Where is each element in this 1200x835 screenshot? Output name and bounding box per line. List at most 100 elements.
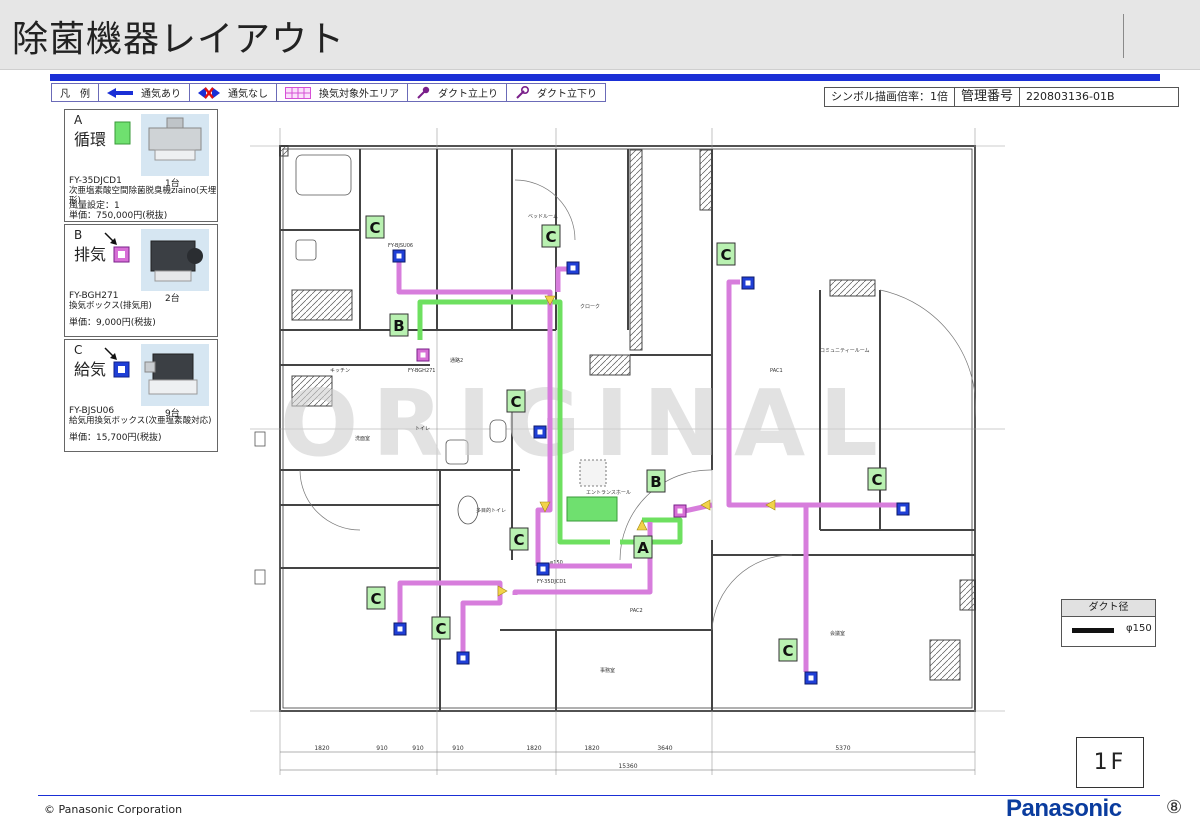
plan-label: PAC2: [630, 608, 643, 614]
equipment-price: 単価：15,700円(税抜): [69, 433, 162, 443]
unit-photo: [141, 229, 209, 291]
svg-text:B: B: [393, 317, 404, 335]
pink-grid-icon: [285, 86, 311, 99]
svg-text:C: C: [871, 471, 882, 489]
equipment-model: FY-BGH271: [69, 291, 119, 301]
svg-text:C: C: [545, 228, 556, 246]
vent-box-icon: [150, 240, 203, 282]
header-divider: [1123, 14, 1124, 58]
page-title: 除菌機器レイアウト: [12, 19, 346, 60]
marker-c: C: [867, 467, 887, 491]
marker-a: A: [633, 535, 653, 559]
svg-text:910: 910: [376, 745, 388, 752]
room-label: 事務室: [600, 667, 615, 674]
plan-label: FY-BGH271: [408, 368, 435, 374]
exhaust-box-icon: [104, 232, 130, 263]
dimension-labels: 1820 910 910 910 1820 1820 3640 5370 153…: [314, 745, 850, 770]
duct-legend-title: ダクト径: [1062, 600, 1155, 617]
duct-line-sample: [1072, 628, 1114, 633]
duct-up-icon: [417, 86, 430, 99]
equipment-code: A: [74, 113, 83, 127]
marker-c: C: [509, 527, 529, 551]
duct-size: φ150: [1126, 623, 1152, 634]
copyright: © Panasonic Corporation: [44, 803, 183, 816]
svg-text:C: C: [369, 219, 380, 237]
svg-text:C: C: [510, 393, 521, 411]
marker-c: C: [365, 215, 385, 239]
watermark: ORIGINAL: [280, 370, 892, 477]
document-info: シンボル描画倍率：1倍 管理番号 220803136-01B: [824, 87, 1180, 107]
legend-bar: 凡 例 通気あり 通気なし 換気対象外エリア ダクト立上り ダクト立下り: [51, 83, 606, 102]
svg-text:1820: 1820: [314, 745, 329, 752]
svg-text:910: 910: [412, 745, 424, 752]
equipment-model: FY-BJSU06: [69, 406, 115, 416]
marker-c: C: [778, 638, 798, 662]
room-label: ベッドルーム: [528, 214, 558, 220]
green-swatch-icon: [114, 121, 131, 145]
marker-c: C: [431, 616, 451, 640]
equipment-name: 排気: [74, 245, 107, 264]
supply-box-icon: [104, 347, 130, 378]
svg-text:3640: 3640: [657, 745, 672, 752]
symbol-scale: シンボル描画倍率：1倍: [824, 87, 954, 107]
svg-text:910: 910: [452, 745, 464, 752]
panasonic-logo: Panasonic: [1006, 795, 1122, 822]
marker-c: C: [541, 224, 561, 248]
svg-text:1820: 1820: [526, 745, 541, 752]
marker-c: C: [506, 389, 526, 413]
svg-text:5370: 5370: [835, 745, 850, 752]
equipment-setting: 風量設定：1: [69, 201, 120, 211]
svg-text:C: C: [435, 620, 446, 638]
legend-item-duct-down: ダクト立下り: [507, 84, 605, 101]
legend-item-excluded-area: 換気対象外エリア: [277, 84, 408, 101]
unit-photo: [141, 114, 209, 176]
marker-c: C: [716, 242, 736, 266]
room-label: クローク: [580, 304, 600, 310]
marker-b: B: [389, 313, 409, 337]
equipment-card-a: A 循環 FY-35DJCD1 1台 次亜塩素酸空間除菌脱臭機ziaino(天埋…: [64, 109, 218, 222]
room-label: 会議室: [830, 630, 845, 637]
floor-plan: ORIGINAL ベッドルーム クローク コミュニティールーム エントランスホー…: [250, 128, 1005, 775]
circulation-unit-a: [566, 496, 618, 522]
equipment-desc: 換気ボックス(排気用): [69, 301, 152, 311]
legend-title: 凡 例: [52, 84, 99, 101]
room-label: キッチン: [330, 368, 350, 374]
equipment-code: B: [74, 228, 83, 242]
duct-down-icon: [516, 85, 529, 99]
equipment-name: 給気: [74, 360, 107, 379]
legend-item-ventilated: 通気あり: [99, 84, 190, 101]
blue-arrow-icon: [107, 87, 133, 98]
room-label: 洗面室: [355, 435, 370, 442]
svg-text:15360: 15360: [618, 763, 637, 770]
legend-item-duct-up: ダクト立上り: [408, 84, 507, 101]
page-number: ⑧: [1166, 797, 1183, 818]
room-label: エントランスホール: [586, 490, 631, 496]
equipment-model: FY-35DJCD1: [69, 176, 122, 186]
marker-c: C: [366, 586, 386, 610]
page-header: 除菌機器レイアウト: [0, 0, 1200, 70]
equipment-code: C: [74, 343, 83, 357]
svg-text:A: A: [637, 539, 649, 557]
equipment-name: 循環: [74, 130, 107, 149]
legend-item-not-ventilated: 通気なし: [190, 84, 277, 101]
duct-diameter-legend: ダクト径 φ150: [1061, 599, 1156, 647]
svg-text:B: B: [650, 473, 661, 491]
floor-label: 1F: [1076, 737, 1144, 788]
room-label: 通路2: [450, 357, 463, 364]
equipment-card-c: C 給気 FY-BJSU06 9台 給気用換気ボックス(次亜塩素酸対応) 単価：…: [64, 339, 218, 452]
room-label: コミュニティールーム: [820, 348, 870, 354]
equipment-desc: 給気用換気ボックス(次亜塩素酸対応): [69, 416, 212, 426]
room-label: トイレ: [415, 426, 430, 432]
room-label: 多目的トイレ: [476, 507, 506, 514]
svg-text:C: C: [513, 531, 524, 549]
plan-label: FY-35DJCD1: [537, 579, 566, 585]
marker-b: B: [646, 469, 666, 493]
plan-label: PAC1: [770, 368, 783, 374]
plan-label: FY-BJSU06: [388, 243, 413, 249]
svg-text:C: C: [720, 246, 731, 264]
supply-unit-icon: [144, 353, 198, 395]
svg-text:1820: 1820: [584, 745, 599, 752]
management-number: 220803136-01B: [1019, 87, 1180, 107]
top-accent-bar: [50, 74, 1160, 81]
management-number-label: 管理番号: [954, 87, 1019, 107]
